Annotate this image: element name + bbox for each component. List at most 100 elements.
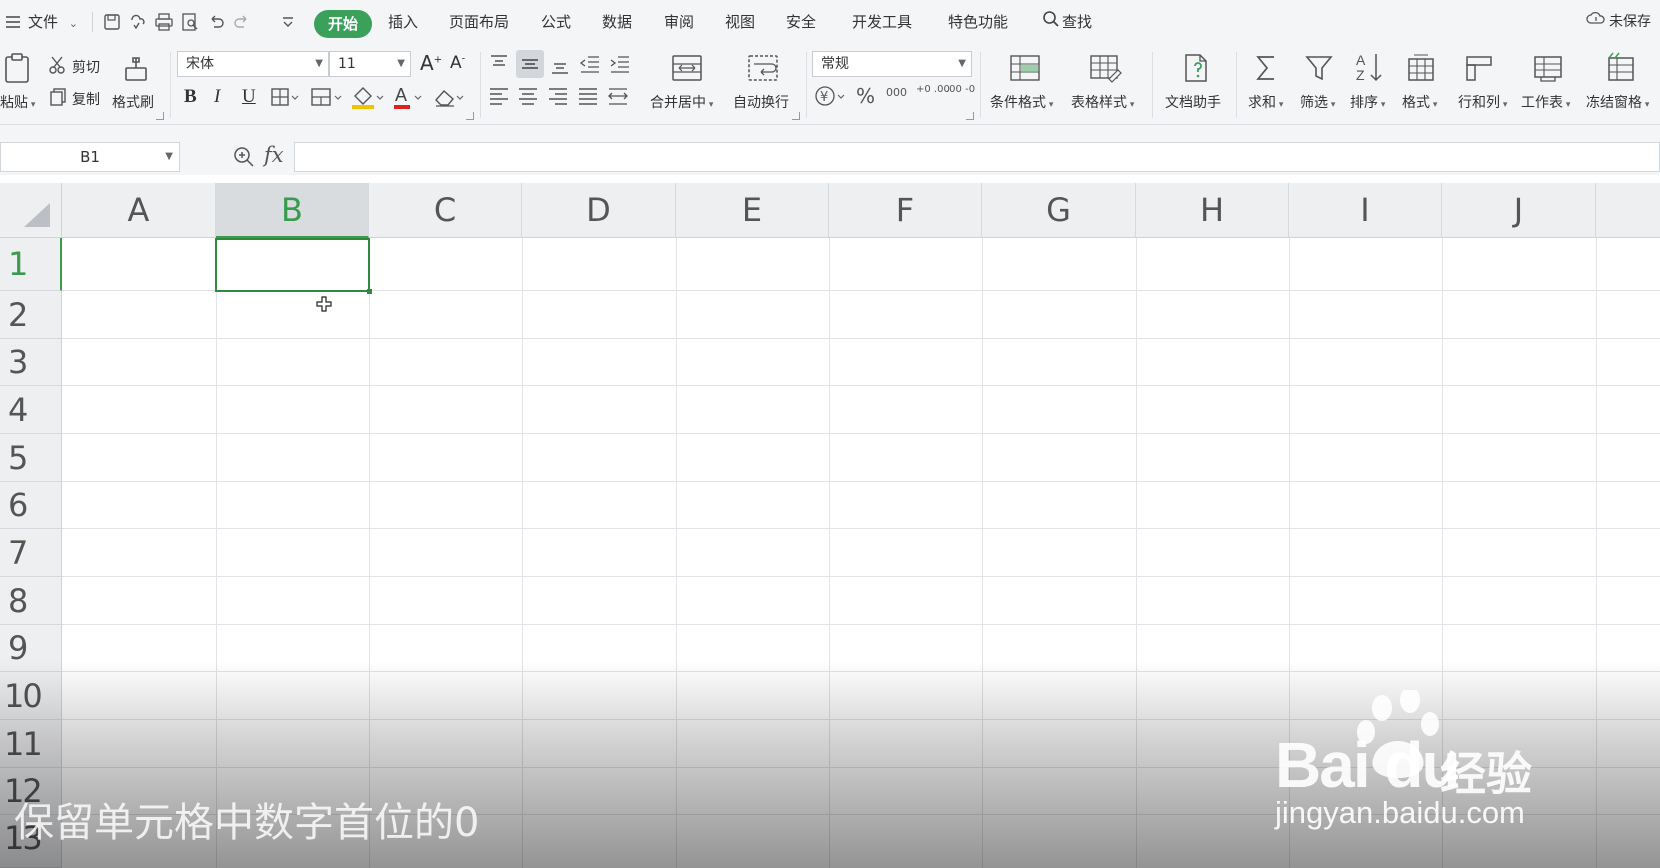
select-all-corner[interactable]: [0, 183, 62, 238]
row-header-2[interactable]: 2: [0, 291, 62, 339]
print-preview-icon[interactable]: [180, 12, 200, 32]
row-header-6[interactable]: 6: [0, 482, 62, 529]
wrap-text-button[interactable]: 自动换行: [733, 92, 789, 112]
active-cell-b1[interactable]: [215, 238, 372, 294]
sum-icon[interactable]: [1252, 52, 1282, 84]
align-left-icon[interactable]: [487, 84, 511, 108]
column-header-b[interactable]: B: [216, 183, 369, 238]
filter-icon[interactable]: [1304, 52, 1334, 84]
italic-button[interactable]: I: [214, 86, 220, 108]
table-style-icon[interactable]: [1088, 52, 1124, 84]
dialog-launcher-icon[interactable]: [156, 112, 164, 120]
decrease-decimal-button[interactable]: .00 -0: [946, 84, 975, 95]
formula-input[interactable]: [294, 142, 1660, 172]
column-header-i[interactable]: I: [1289, 183, 1442, 238]
row-header-1[interactable]: 1: [0, 238, 62, 291]
table-style-button[interactable]: 表格样式 ▾: [1071, 92, 1134, 112]
doc-assistant-icon[interactable]: [1180, 52, 1212, 84]
font-size-select[interactable]: 11 ▼: [329, 51, 411, 77]
number-format-select[interactable]: 常规 ▼: [812, 51, 972, 77]
customize-toolbar-icon[interactable]: [278, 12, 298, 32]
row-header-7[interactable]: 7: [0, 529, 62, 577]
tab-data[interactable]: 数据: [602, 0, 632, 44]
worksheet-icon[interactable]: [1532, 52, 1564, 84]
freeze-panes-icon[interactable]: [1604, 50, 1636, 82]
doc-assistant-button[interactable]: 文档助手: [1165, 92, 1221, 112]
clear-format-icon[interactable]: [432, 86, 466, 108]
file-menu[interactable]: 文件 ⌄: [28, 0, 78, 44]
row-header-3[interactable]: 3: [0, 339, 62, 386]
align-right-icon[interactable]: [546, 84, 570, 108]
align-middle-icon[interactable]: [516, 50, 544, 78]
increase-decimal-button[interactable]: +0 .00: [916, 84, 950, 95]
insert-function-button[interactable]: fx: [264, 143, 284, 167]
sum-button[interactable]: 求和 ▾: [1248, 92, 1283, 112]
format-icon[interactable]: [1406, 52, 1436, 84]
bold-button[interactable]: B: [184, 86, 197, 108]
font-name-select[interactable]: 宋体 ▼: [177, 51, 329, 77]
percent-button[interactable]: %: [856, 84, 875, 108]
distributed-align-icon[interactable]: [606, 84, 630, 108]
row-header-8[interactable]: 8: [0, 577, 62, 625]
tab-page-layout[interactable]: 页面布局: [449, 0, 509, 44]
undo-icon[interactable]: [206, 12, 226, 32]
search-command[interactable]: 查找: [1042, 0, 1092, 44]
decrease-font-icon[interactable]: A-: [450, 53, 465, 73]
tab-developer[interactable]: 开发工具: [852, 0, 912, 44]
redo-icon[interactable]: [232, 12, 252, 32]
column-header-h[interactable]: H: [1136, 183, 1289, 238]
align-bottom-icon[interactable]: [548, 52, 572, 76]
freeze-panes-button[interactable]: 冻结窗格 ▾: [1586, 92, 1649, 112]
underline-button[interactable]: U: [242, 86, 256, 108]
conditional-format-button[interactable]: 条件格式 ▾: [990, 92, 1053, 112]
increase-indent-icon[interactable]: [608, 52, 632, 76]
save-status[interactable]: 未保存: [1586, 0, 1651, 44]
column-header-overflow[interactable]: [1596, 183, 1660, 238]
name-box[interactable]: B1 ▼: [0, 142, 180, 172]
zoom-search-icon[interactable]: [233, 146, 255, 168]
column-header-c[interactable]: C: [369, 183, 522, 238]
column-header-a[interactable]: A: [62, 183, 216, 238]
tab-security[interactable]: 安全: [786, 0, 816, 44]
cut-button[interactable]: 剪切: [72, 57, 100, 77]
conditional-format-icon[interactable]: [1008, 52, 1042, 84]
format-painter-icon[interactable]: [121, 52, 151, 84]
align-top-icon[interactable]: [487, 52, 511, 76]
format-button[interactable]: 格式 ▾: [1402, 92, 1437, 112]
font-color-icon[interactable]: A: [392, 84, 426, 110]
fill-color-icon[interactable]: [350, 84, 386, 110]
merge-cells-icon[interactable]: [310, 86, 344, 108]
tab-special-features[interactable]: 特色功能: [948, 0, 1008, 44]
sort-button[interactable]: 排序 ▾: [1350, 92, 1385, 112]
tab-view[interactable]: 视图: [725, 0, 755, 44]
currency-icon[interactable]: ¥: [814, 84, 848, 108]
column-header-g[interactable]: G: [982, 183, 1136, 238]
column-header-j[interactable]: J: [1442, 183, 1596, 238]
justify-icon[interactable]: [576, 84, 600, 108]
wrap-text-icon[interactable]: [746, 52, 780, 84]
paste-button[interactable]: [2, 52, 36, 84]
column-header-f[interactable]: F: [829, 183, 982, 238]
paste-label[interactable]: 粘贴 ▾: [0, 92, 35, 112]
copy-button[interactable]: 复制: [72, 89, 100, 109]
scissors-icon[interactable]: [48, 55, 68, 75]
align-center-icon[interactable]: [516, 84, 540, 108]
sort-icon[interactable]: AZ: [1354, 50, 1386, 84]
thousands-separator-button[interactable]: 000: [886, 86, 907, 99]
merge-center-button[interactable]: 合并居中 ▾: [650, 92, 713, 112]
dialog-launcher-icon[interactable]: [792, 112, 800, 120]
increase-font-icon[interactable]: A+: [420, 51, 442, 75]
dialog-launcher-icon[interactable]: [966, 112, 974, 120]
hamburger-menu-icon[interactable]: [4, 12, 24, 32]
column-header-e[interactable]: E: [676, 183, 829, 238]
column-header-d[interactable]: D: [522, 183, 676, 238]
dialog-launcher-icon[interactable]: [466, 112, 474, 120]
cloud-sync-icon[interactable]: [128, 12, 148, 32]
tab-review[interactable]: 审阅: [664, 0, 694, 44]
row-column-icon[interactable]: [1464, 52, 1494, 84]
filter-button[interactable]: 筛选 ▾: [1300, 92, 1335, 112]
copy-icon[interactable]: [48, 87, 68, 107]
tab-formulas[interactable]: 公式: [541, 0, 571, 44]
row-header-4[interactable]: 4: [0, 386, 62, 434]
tab-home[interactable]: 开始: [314, 10, 373, 38]
